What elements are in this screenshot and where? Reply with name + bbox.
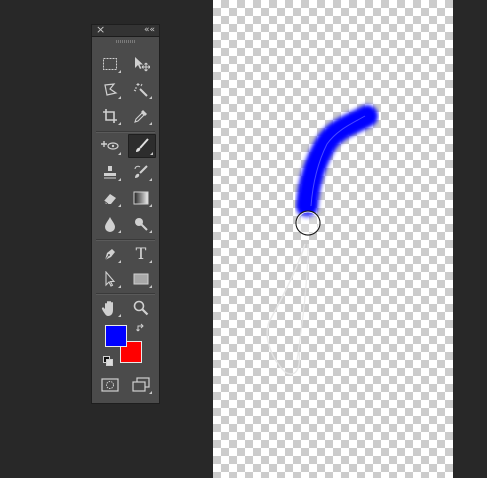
gradient-icon (133, 191, 149, 205)
blue-brush-stroke (296, 105, 378, 217)
magnifier-icon (133, 300, 149, 316)
brush-tool[interactable] (128, 134, 156, 158)
eraser-tool[interactable] (97, 187, 123, 209)
brush-cursor-circle (295, 210, 321, 236)
move-icon (135, 57, 150, 72)
screen-mode-icon (132, 377, 150, 392)
lasso-tool[interactable] (97, 79, 123, 101)
screen-mode-button[interactable] (128, 374, 154, 396)
type-icon: T (135, 244, 147, 263)
pen-tool[interactable] (97, 243, 123, 265)
gradient-tool[interactable] (128, 187, 154, 209)
toolbar-divider (96, 131, 155, 133)
dodge-icon (135, 218, 148, 231)
hand-tool[interactable] (97, 297, 123, 319)
healing-brush-icon (101, 141, 119, 150)
lasso-icon (104, 83, 118, 96)
toolbar-divider (96, 239, 155, 241)
clone-stamp-tool[interactable] (97, 161, 123, 183)
pen-icon (104, 249, 115, 261)
panel-grip[interactable] (116, 40, 136, 43)
marquee-tool[interactable] (97, 53, 123, 75)
quick-mask-icon (101, 378, 119, 392)
rectangle-tool[interactable] (128, 268, 154, 290)
type-tool[interactable]: T (128, 243, 154, 265)
document-canvas[interactable] (213, 0, 453, 478)
faint-stroke (266, 243, 306, 375)
close-panel-button[interactable]: × (96, 23, 105, 37)
eyedropper-tool[interactable] (128, 105, 154, 127)
magic-wand-icon (133, 83, 148, 97)
eyedropper-icon (134, 110, 147, 123)
crop-icon (103, 109, 117, 123)
default-colors-icon[interactable] (103, 356, 113, 366)
rectangle-shape-icon (133, 273, 149, 285)
stamp-icon (104, 166, 116, 179)
path-selection-arrow-icon (105, 271, 116, 287)
marquee-icon (103, 58, 117, 70)
history-brush-icon (134, 165, 148, 178)
blur-drop-icon (105, 217, 115, 232)
collapse-panel-button[interactable]: «« (144, 23, 155, 37)
tools-panel: × «« T (91, 23, 160, 404)
move-tool[interactable] (128, 53, 154, 75)
hand-icon (101, 301, 113, 316)
eraser-icon (103, 194, 116, 205)
brush-stroke-layer (266, 105, 378, 375)
blur-tool[interactable] (97, 213, 123, 235)
magic-wand-tool[interactable] (128, 79, 154, 101)
dodge-tool[interactable] (128, 213, 154, 235)
foreground-color-swatch[interactable] (105, 325, 127, 347)
spot-healing-tool[interactable] (97, 135, 123, 157)
history-brush-tool[interactable] (128, 161, 154, 183)
panel-header: × «« (92, 23, 159, 37)
swap-colors-icon[interactable] (136, 323, 146, 333)
zoom-tool[interactable] (128, 297, 154, 319)
path-selection-tool[interactable] (97, 268, 123, 290)
toolbar-divider (96, 293, 155, 295)
brush-icon (136, 138, 149, 152)
quick-mask-button[interactable] (97, 374, 123, 396)
crop-tool[interactable] (97, 105, 123, 127)
